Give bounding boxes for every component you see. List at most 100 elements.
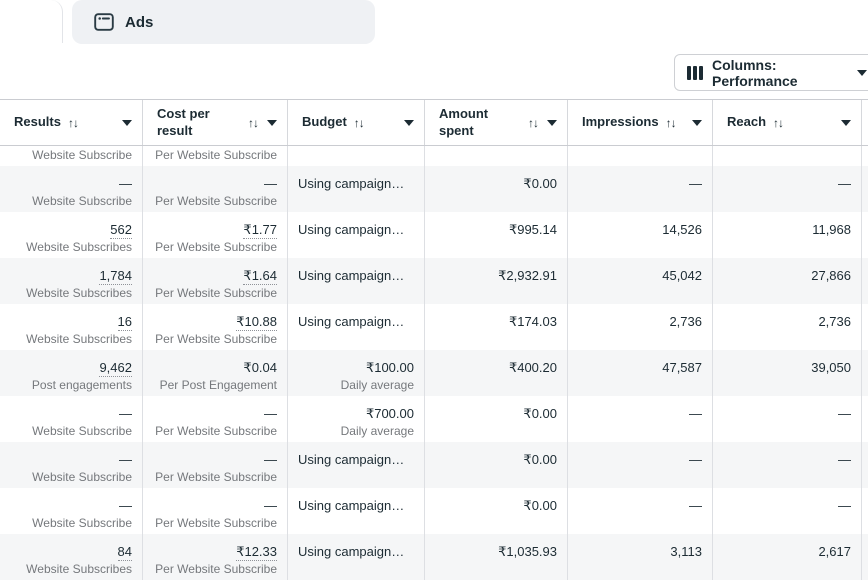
budget-cell: Using campaign… (288, 488, 425, 534)
results-value: 16 (118, 313, 132, 331)
results-cell: 84 Website Subscribes (0, 534, 143, 580)
columns-icon (687, 66, 703, 80)
budget-label: Daily average (298, 378, 414, 394)
reach-cell: 11,968 (713, 212, 862, 258)
impressions-cell: 14,526 (568, 212, 713, 258)
tab-active-partial[interactable] (0, 0, 63, 43)
cost-per-result-label: Per Website Subscribe (153, 194, 277, 210)
row-filler (862, 442, 868, 488)
table-row[interactable]: 16 Website Subscribes ₹10.88 Per Website… (0, 304, 868, 350)
amount-spent-cell: ₹995.14 (425, 212, 568, 258)
impressions-cell: — (568, 442, 713, 488)
budget-value: Using campaign… (298, 543, 404, 560)
cost-per-result-label: Per Website Subscribe (153, 332, 277, 348)
cost-per-result-label: Per Website Subscribe (153, 424, 277, 440)
sort-icon[interactable]: ↑↓ (68, 116, 78, 130)
budget-value: ₹100.00 (366, 359, 414, 376)
cost-per-result-value: ₹12.33 (236, 543, 277, 561)
results-cell: — Website Subscribe (0, 488, 143, 534)
results-cell: 1,784 Website Subscribes (0, 258, 143, 304)
amount-spent-value: ₹0.00 (523, 497, 557, 514)
budget-cell: ₹100.00 Daily average (288, 350, 425, 396)
results-value: — (119, 497, 132, 514)
column-label: Budget (302, 114, 347, 130)
budget-label (298, 516, 414, 532)
budget-value: ₹700.00 (366, 405, 414, 422)
sort-icon[interactable]: ↑↓ (666, 116, 676, 130)
budget-label (298, 562, 414, 578)
reach-value: 27,866 (811, 267, 851, 284)
table-row[interactable]: 84 Website Subscribes ₹12.33 Per Website… (0, 534, 868, 580)
chevron-down-icon[interactable] (692, 120, 702, 126)
sort-icon[interactable]: ↑↓ (528, 116, 538, 130)
amount-spent-cell: ₹174.03 (425, 304, 568, 350)
results-label: Website Subscribes (10, 286, 132, 302)
sort-icon[interactable]: ↑↓ (773, 116, 783, 130)
table-row[interactable]: 1,784 Website Subscribes ₹1.64 Per Websi… (0, 258, 868, 304)
chevron-down-icon[interactable] (404, 120, 414, 126)
column-header-results[interactable]: Results ↑↓ (0, 100, 143, 145)
column-header-impressions[interactable]: Impressions ↑↓ (568, 100, 713, 145)
impressions-value: — (689, 497, 702, 514)
results-value: — (119, 175, 132, 192)
table-header: Results ↑↓ Cost per result ↑↓ Budget ↑↓ … (0, 99, 868, 146)
results-value: 84 (118, 543, 132, 561)
impressions-cell: 47,587 (568, 350, 713, 396)
row-filler (862, 258, 868, 304)
budget-cell: Using campaign… (288, 166, 425, 212)
cost-per-result-label: Per Post Engagement (153, 378, 277, 394)
impressions-cell: 2,736 (568, 304, 713, 350)
row-filler (862, 350, 868, 396)
cost-per-result-cell: — Per Website Subscribe (143, 396, 288, 442)
sort-icon[interactable]: ↑↓ (248, 116, 258, 130)
impressions-value: 14,526 (662, 221, 702, 238)
cost-per-result-label: Per Website Subscribe (153, 148, 277, 164)
row-filler (862, 396, 868, 442)
columns-button[interactable]: Columns: Performance (674, 54, 868, 91)
budget-value: Using campaign… (298, 313, 404, 330)
column-header-reach[interactable]: Reach ↑↓ (713, 100, 862, 145)
cost-per-result-value: — (264, 497, 277, 514)
results-cell: — Website Subscribe (0, 396, 143, 442)
budget-label (298, 332, 414, 348)
cost-per-result-cell: ₹1.64 Per Website Subscribe (143, 258, 288, 304)
chevron-down-icon[interactable] (547, 120, 557, 126)
column-header-cost-per-result[interactable]: Cost per result ↑↓ (143, 100, 288, 145)
sort-icon[interactable]: ↑↓ (354, 116, 364, 130)
reach-value: — (838, 451, 851, 468)
chevron-down-icon[interactable] (122, 120, 132, 126)
budget-label (298, 470, 414, 486)
impressions-cell: — (568, 396, 713, 442)
table-row[interactable]: — Website Subscribe — Per Website Subscr… (0, 396, 868, 442)
budget-cell (288, 146, 425, 166)
reach-cell: 2,617 (713, 534, 862, 580)
amount-spent-cell: ₹0.00 (425, 442, 568, 488)
cost-per-result-label: Per Website Subscribe (153, 516, 277, 532)
table-row[interactable]: — Website Subscribe — Per Website Subscr… (0, 442, 868, 488)
reach-value: — (838, 497, 851, 514)
table-row[interactable]: — Website Subscribe — Per Website Subscr… (0, 488, 868, 534)
table-row[interactable]: Website Subscribe Per Website Subscribe (0, 146, 868, 166)
results-label: Website Subscribe (10, 424, 132, 440)
results-value: — (119, 451, 132, 468)
chevron-down-icon[interactable] (267, 120, 277, 126)
column-label: Amount spent (439, 106, 513, 139)
table-row[interactable]: 562 Website Subscribes ₹1.77 Per Website… (0, 212, 868, 258)
results-cell: 9,462 Post engagements (0, 350, 143, 396)
table-row[interactable]: 9,462 Post engagements ₹0.04 Per Post En… (0, 350, 868, 396)
column-header-budget[interactable]: Budget ↑↓ (288, 100, 425, 145)
column-label: Reach (727, 114, 766, 130)
table-body: Website Subscribe Per Website Subscribe … (0, 146, 868, 580)
reach-cell: — (713, 488, 862, 534)
table-row[interactable]: — Website Subscribe — Per Website Subscr… (0, 166, 868, 212)
tab-ads[interactable]: Ads (72, 0, 375, 44)
amount-spent-value: ₹0.00 (523, 451, 557, 468)
tab-bar: Ads (0, 0, 868, 45)
amount-spent-value: ₹1,035.93 (498, 543, 557, 560)
column-label: Cost per result (157, 106, 231, 139)
row-filler (862, 304, 868, 350)
chevron-down-icon[interactable] (841, 120, 851, 126)
column-header-amount-spent[interactable]: Amount spent ↑↓ (425, 100, 568, 145)
row-filler (862, 488, 868, 534)
cost-per-result-value: — (264, 175, 277, 192)
